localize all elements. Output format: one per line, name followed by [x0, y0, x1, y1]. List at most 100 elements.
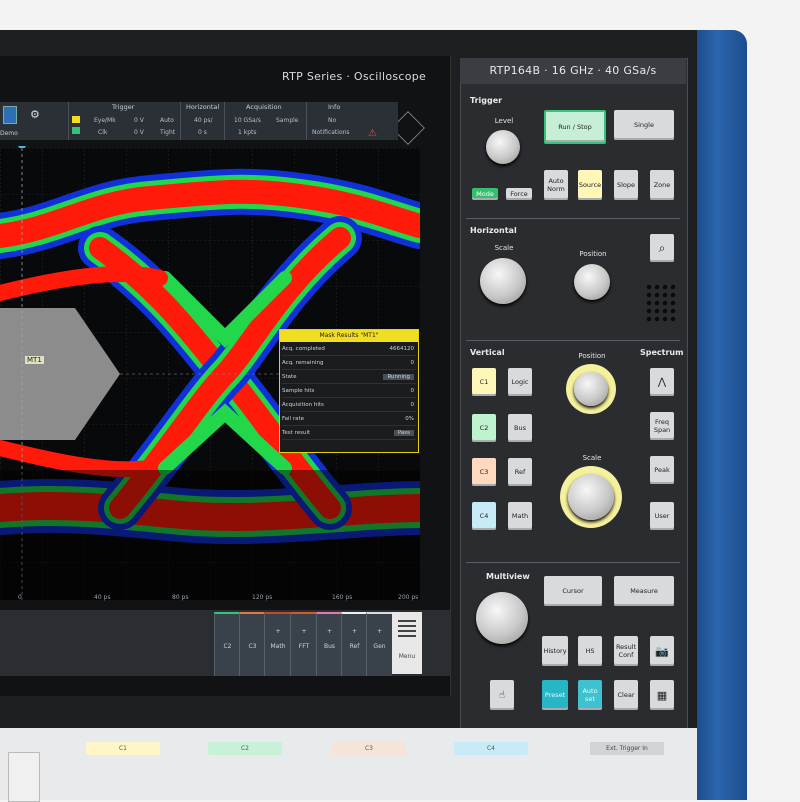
auto-norm-button[interactable]: Auto Norm	[544, 170, 568, 200]
time-tick: 40 ps	[94, 594, 111, 601]
camera-icon[interactable]: 📷	[650, 636, 674, 666]
horizontal-section-title: Horizontal	[470, 226, 517, 235]
tile-math[interactable]: + Math	[264, 612, 291, 676]
mask-row-label: Acq. completed	[282, 346, 325, 352]
record-length: 1 kpts	[238, 129, 257, 136]
cursor-button[interactable]: Cursor	[544, 576, 602, 606]
trigger-level-knob[interactable]	[486, 130, 520, 164]
mask-test-result-value: Pass	[393, 430, 414, 436]
mask-state-value: Running	[383, 374, 414, 380]
mask-row-value: 0	[410, 402, 415, 408]
spectrum-icon[interactable]: ⋀	[650, 368, 674, 396]
slope-button[interactable]: Slope	[614, 170, 638, 200]
trigger-level: 0 V	[134, 117, 144, 124]
math-button[interactable]: Math	[508, 502, 532, 530]
window-icon[interactable]	[3, 106, 17, 124]
menu-button[interactable]: Menu	[392, 612, 422, 674]
tile-label: C2	[223, 643, 232, 650]
ref-button[interactable]: Ref	[508, 458, 532, 486]
channel-c4-button[interactable]: C4	[472, 502, 496, 530]
source-button[interactable]: Source	[578, 170, 602, 200]
tile-ref[interactable]: + Ref	[341, 612, 367, 676]
tile-bus[interactable]: + Bus	[316, 612, 342, 676]
peak-button[interactable]: Peak	[650, 456, 674, 484]
hs-button[interactable]: HS	[578, 636, 602, 666]
mask-row-value: 0	[410, 360, 415, 366]
channel-c3-button[interactable]: C3	[472, 458, 496, 486]
user-button[interactable]: User	[650, 502, 674, 530]
tile-gen[interactable]: + Gen	[366, 612, 392, 676]
mask-row-value: 0	[410, 388, 415, 394]
mask-row: Acq. remaining 0	[282, 360, 416, 370]
tile-label: Ref	[349, 643, 360, 650]
mask-row-value: 4664120	[389, 346, 415, 352]
mask-tag: MT1	[25, 356, 44, 364]
multifunction-knob[interactable]	[476, 592, 528, 644]
trigger-coupling: Tight	[160, 129, 176, 136]
sample-rate: 10 GSa/s	[234, 117, 261, 124]
force-trigger-button[interactable]: Force	[506, 188, 532, 200]
tile-label: Math	[270, 643, 286, 650]
horizontal-position-knob[interactable]	[574, 264, 610, 300]
trigger-type: Eye/Mk	[94, 117, 116, 124]
acquisition-header: Acquisition	[246, 103, 282, 111]
front-channel-c3: C3	[332, 742, 406, 755]
gear-icon[interactable]: ⚙	[30, 108, 40, 121]
warning-icon[interactable]: ⚠	[368, 128, 377, 139]
logic-button[interactable]: Logic	[508, 368, 532, 396]
touch-icon[interactable]: ☝	[490, 680, 514, 710]
mask-row: Acq. completed 4664120	[282, 346, 416, 356]
v-position-label: Position	[578, 352, 606, 360]
channel-indicator-c1	[72, 116, 80, 123]
tile-c3[interactable]: C3	[239, 612, 265, 676]
autoset-button[interactable]: Auto set	[578, 680, 602, 710]
channel-c2-button[interactable]: C2	[472, 414, 496, 442]
mask-row: State Running	[282, 374, 416, 384]
front-channel-c2: C2	[208, 742, 282, 755]
plus-icon: +	[376, 628, 383, 635]
horizontal-scale-knob[interactable]	[480, 258, 526, 304]
time-tick: 120 ps	[252, 594, 273, 601]
zone-button[interactable]: Zone	[650, 170, 674, 200]
info-header: Info	[328, 103, 341, 111]
apps-icon[interactable]: ▦	[650, 680, 674, 710]
trigger-mode-toggle[interactable]: Mode	[472, 188, 498, 200]
run-stop-button[interactable]: Run / Stop	[544, 110, 606, 144]
time-position: 0 s	[198, 129, 207, 136]
vertical-scale-knob[interactable]	[568, 474, 614, 520]
mask-results-panel[interactable]: Mask Results "MT1" Acq. completed 4664120…	[279, 329, 419, 453]
time-tick: 80 ps	[172, 594, 189, 601]
freq-span-button[interactable]: Freq Span	[650, 412, 674, 440]
mask-row: Acquisition hits 0	[282, 402, 416, 412]
trigger-source: Clk	[98, 129, 108, 136]
level-label: Level	[494, 117, 514, 125]
mask-row-value: 0%	[405, 416, 414, 422]
mask-row: Fail rate 0%	[282, 416, 416, 426]
measure-button[interactable]: Measure	[614, 576, 674, 606]
tile-fft[interactable]: + FFT	[290, 612, 317, 676]
clear-button[interactable]: Clear	[614, 680, 638, 710]
front-channel-c4: C4	[454, 742, 528, 755]
mask-results-title[interactable]: Mask Results "MT1"	[280, 330, 418, 342]
zoom-icon[interactable]: ⌕	[650, 234, 674, 262]
mask-row-label: Acquisition hits	[282, 402, 324, 408]
vertical-position-knob[interactable]	[574, 372, 608, 406]
result-conf-button[interactable]: Result Conf	[614, 636, 638, 666]
acq-mode: Sample	[276, 117, 299, 124]
history-button[interactable]: History	[542, 636, 568, 666]
bus-button[interactable]: Bus	[508, 414, 532, 442]
ext-trigger-label: Ext. Trigger In	[590, 742, 664, 755]
tile-label: Bus	[323, 643, 336, 650]
mask-row-label: Acq. remaining	[282, 360, 324, 366]
single-button[interactable]: Single	[614, 110, 674, 140]
mask-row-label: Test result	[282, 430, 311, 436]
mask-row-label: Sample hits	[282, 388, 315, 394]
plus-icon: +	[351, 628, 358, 635]
mask-row-label: State	[282, 374, 297, 380]
time-tick: 200 ps	[398, 594, 419, 601]
tile-c2[interactable]: C2	[214, 612, 240, 676]
horizontal-header: Horizontal	[186, 103, 220, 111]
preset-button[interactable]: Preset	[542, 680, 568, 710]
channel-c1-button[interactable]: C1	[472, 368, 496, 396]
tile-label: C3	[248, 643, 257, 650]
